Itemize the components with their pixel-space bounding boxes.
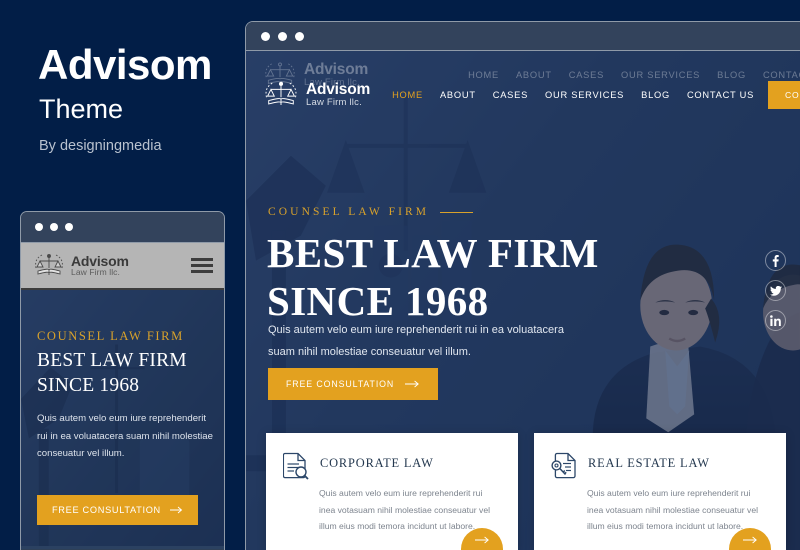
mobile-mockup: Advisom Law Firm llc. COUNSEL LAW FIRM B… [20,211,225,550]
promo-byline: By designingmedia [39,138,162,154]
hero-eyebrow: COUNSEL LAW FIRM [268,206,474,218]
hamburger-menu-icon[interactable] [191,258,213,273]
window-dot-close[interactable] [35,223,43,231]
window-dot-minimize[interactable] [278,31,287,41]
nav-item-our-services[interactable]: OUR SERVICES [545,90,624,100]
window-dot-maximize[interactable] [295,31,304,41]
mobile-logo[interactable]: Advisom Law Firm llc. [32,251,129,281]
mobile-logo-name: Advisom [71,252,129,269]
desktop-browser-chrome [246,22,800,51]
site-logo[interactable]: Advisom Law Firm llc. [262,78,370,112]
service-card-real-estate-law[interactable]: REAL ESTATE LAW Quis autem velo eum iure… [534,432,786,550]
site-header: Advisom Law Firm llc. HOME ABOUT CASES O… [246,73,800,117]
hero-heading-line1: BEST LAW FIRM [267,230,599,276]
twitter-icon[interactable] [765,280,786,301]
main-nav: HOME ABOUT CASES OUR SERVICES BLOG CONTA… [392,90,754,100]
mobile-browser-chrome [21,212,224,243]
window-dot-close[interactable] [261,31,270,41]
card-header: REAL ESTATE LAW [551,452,768,480]
promo-subtitle: Theme [39,94,124,124]
nav-item-blog[interactable]: BLOG [641,90,670,100]
contact-us-button[interactable]: CONTACT US [768,81,800,109]
service-cards: CORPORATE LAW Quis autem velo eum iure r… [266,432,786,550]
mobile-logo-tagline: Law Firm llc. [71,267,120,278]
card-body: Quis autem velo eum iure reprehenderit r… [587,487,759,532]
nav-item-contact-us[interactable]: CONTACT US [687,90,754,100]
mobile-hero-eyebrow: COUNSEL LAW FIRM [37,329,184,343]
document-magnifier-icon [283,452,309,480]
nav-item-about[interactable]: ABOUT [440,90,476,100]
desktop-mockup: Advisom Law Firm llc. HOME ABOUT CASES O… [245,21,800,550]
mobile-hero-heading-line1: BEST LAW FIRM [37,350,187,371]
mobile-hero-paragraph: Quis autem velo eum iure reprehenderit r… [37,413,213,460]
mobile-hero-heading: BEST LAW FIRM SINCE 1968 [37,349,187,399]
mobile-navbar: Advisom Law Firm llc. [21,243,224,290]
social-rail [765,250,786,331]
document-key-icon [551,452,576,478]
mobile-free-consultation-button[interactable]: FREE CONSULTATION [37,495,198,525]
mobile-hero: COUNSEL LAW FIRM BEST LAW FIRM SINCE 196… [21,290,224,549]
window-dot-maximize[interactable] [65,223,73,231]
linkedin-icon[interactable] [765,310,786,331]
hero-paragraph: Quis autem velo eum iure reprehenderit r… [268,324,564,358]
page-title: Advisom [38,41,212,88]
mobile-free-consultation-label: FREE CONSULTATION [52,505,161,515]
facebook-icon[interactable] [765,250,786,271]
card-body: Quis autem velo eum iure reprehenderit r… [319,487,491,532]
free-consultation-button[interactable]: FREE CONSULTATION [268,368,439,400]
nav-item-home[interactable]: HOME [392,90,423,100]
card-title: CORPORATE LAW [320,455,434,470]
card-header: CORPORATE LAW [283,452,500,480]
hero-eyebrow-rule [440,211,474,213]
arrow-right-icon [742,536,757,543]
arrow-right-icon [405,380,420,388]
hero-eyebrow-text: COUNSEL LAW FIRM [268,206,430,218]
site-logo-tagline: Law Firm llc. [306,97,362,109]
nav-item-cases[interactable]: CASES [493,90,528,100]
service-card-corporate-law[interactable]: CORPORATE LAW Quis autem velo eum iure r… [266,432,518,550]
scales-of-justice-laurel-book-emblem-icon [265,81,297,106]
arrow-right-icon [474,536,489,543]
website-viewport: Advisom Law Firm llc. HOME ABOUT CASES O… [246,51,800,550]
arrow-right-icon [169,506,183,514]
site-logo-name: Advisom [306,80,371,98]
mobile-hero-heading-line2: SINCE 1968 [37,374,140,396]
scales-of-justice-laurel-book-emblem-icon [35,253,63,275]
hero-heading: BEST LAW FIRM SINCE 1968 [267,229,599,326]
card-title: REAL ESTATE LAW [588,455,710,470]
free-consultation-label: FREE CONSULTATION [286,379,395,389]
window-dot-minimize[interactable] [50,223,58,231]
